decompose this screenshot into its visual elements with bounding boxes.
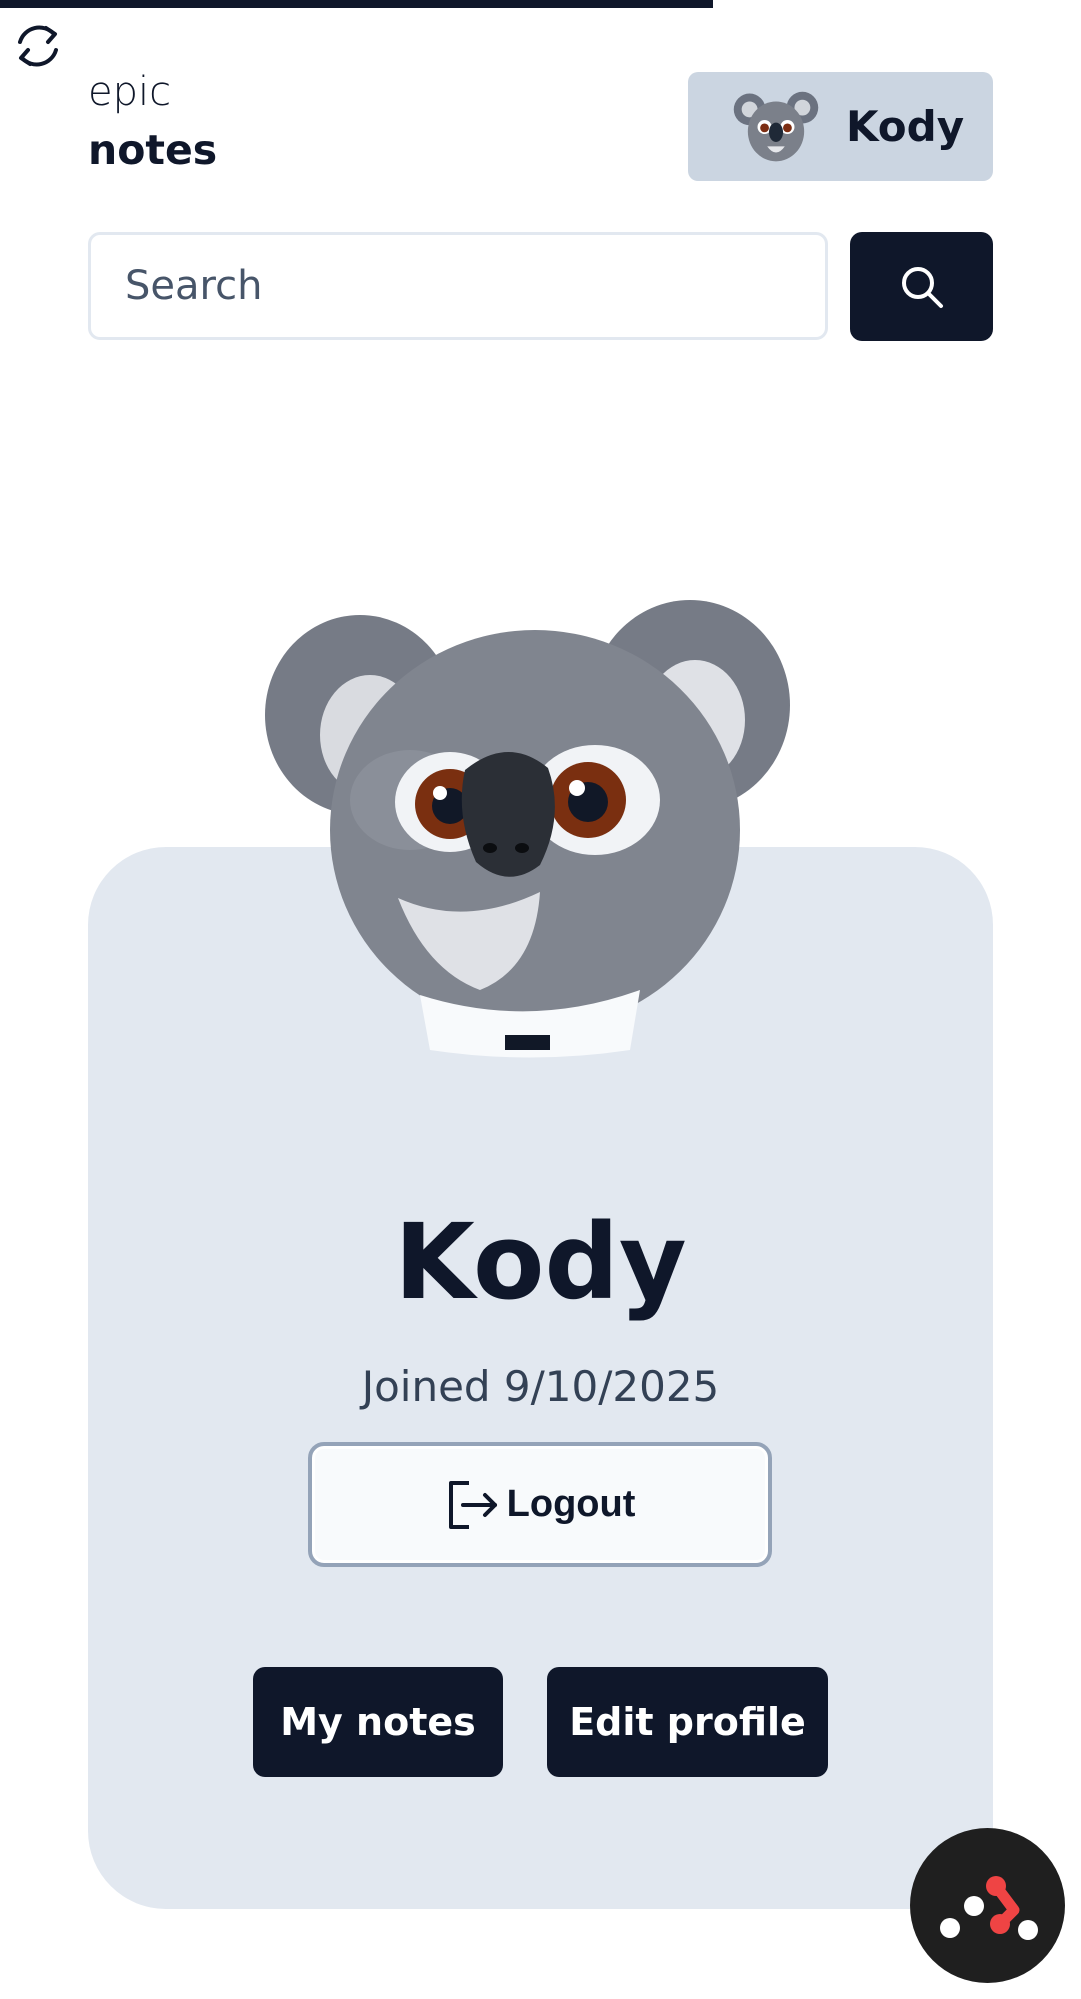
devtools-icon [939, 1875, 1038, 1940]
search-icon [901, 266, 943, 308]
search-input[interactable] [88, 232, 828, 340]
user-menu-button[interactable]: Kody [688, 72, 993, 181]
logo-link[interactable]: epic notes [88, 72, 217, 171]
profile-avatar [265, 600, 790, 1058]
profile-name: Kody [394, 1201, 687, 1323]
user-name: Kody [846, 102, 965, 151]
logout-icon [448, 1480, 497, 1529]
search-button[interactable] [850, 232, 993, 341]
user-avatar [733, 91, 819, 161]
my-notes-button[interactable]: My notes [253, 1667, 503, 1777]
logo-text-epic: epic [88, 69, 172, 115]
joined-date: Joined 9/10/2025 [361, 1362, 720, 1411]
logo-text-notes: notes [88, 126, 218, 174]
logout-label: Logout [506, 1483, 636, 1525]
logout-button[interactable]: Logout [308, 1442, 772, 1567]
devtools-button[interactable] [910, 1828, 1065, 1983]
refresh-icon[interactable] [10, 18, 66, 74]
edit-profile-button[interactable]: Edit profile [547, 1667, 828, 1777]
loading-progress-bar [0, 0, 714, 8]
